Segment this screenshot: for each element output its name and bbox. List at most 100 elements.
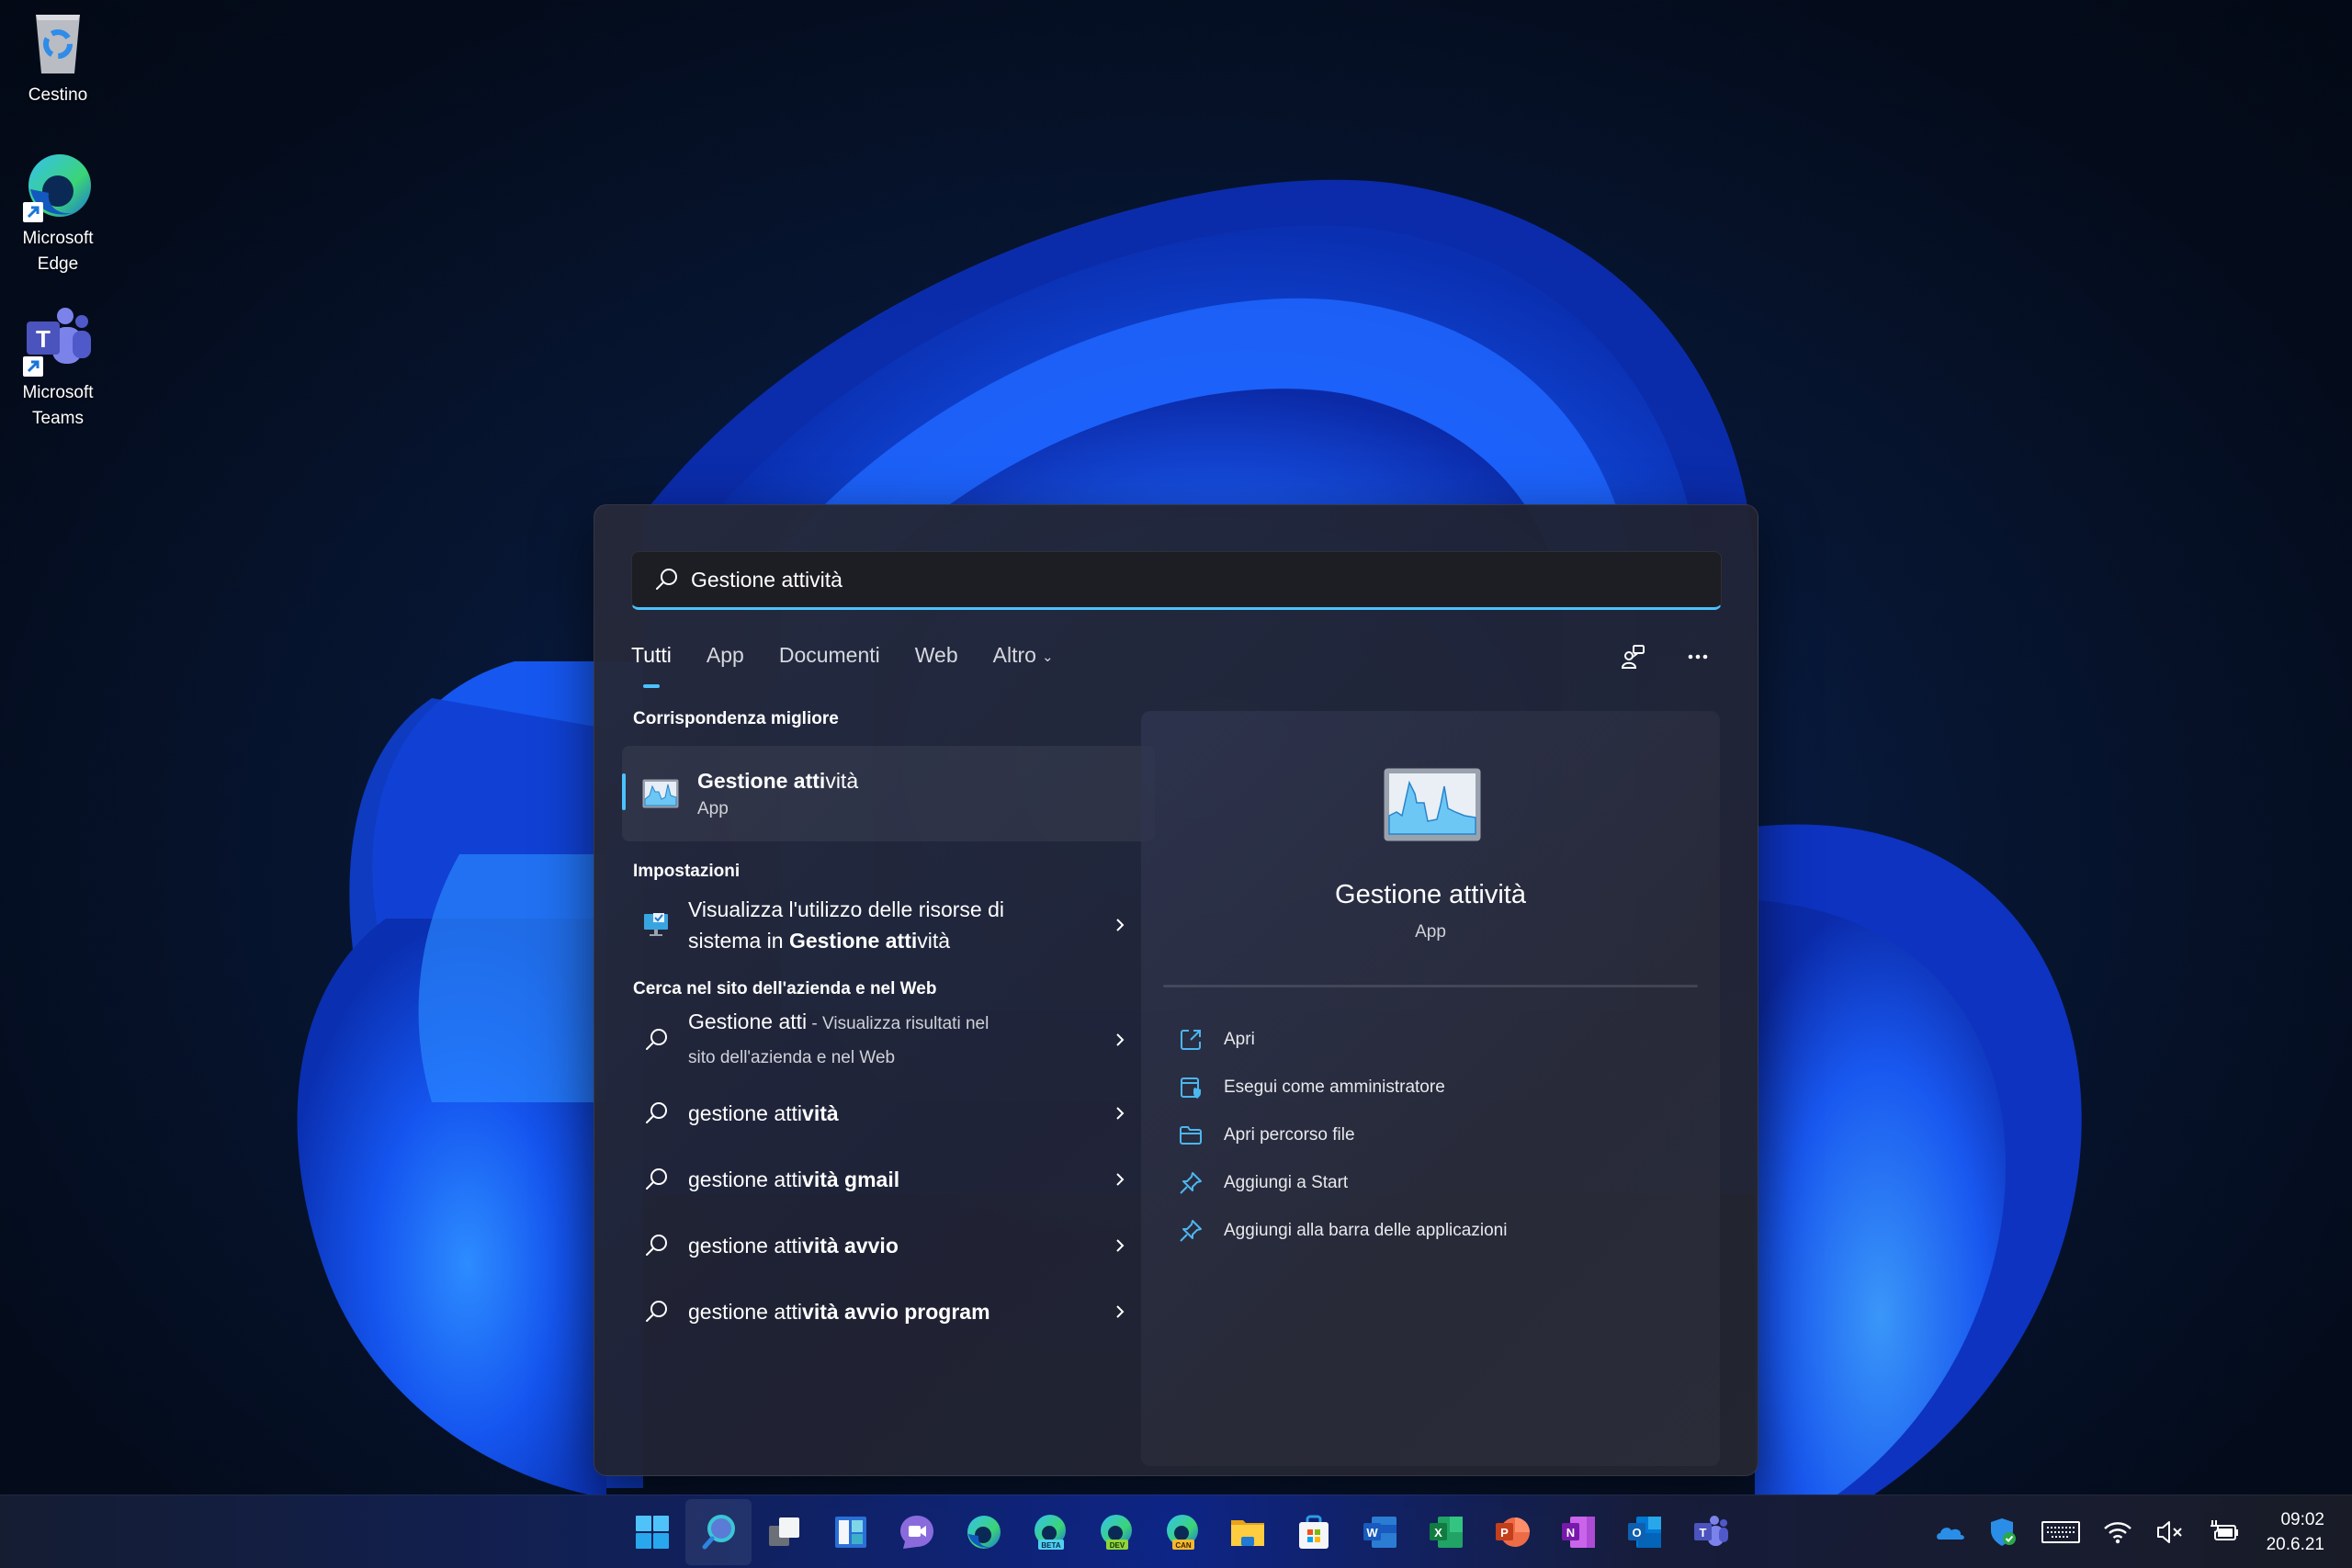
wifi-icon[interactable] — [2101, 1516, 2134, 1549]
open-external-icon — [1181, 1030, 1201, 1050]
tab-documenti[interactable]: Documenti — [779, 643, 880, 673]
search-icon — [646, 1029, 667, 1050]
recycle-bin-icon — [36, 15, 80, 73]
taskbar-edge-canary[interactable]: CAN — [1148, 1499, 1215, 1565]
widgets-icon — [835, 1517, 866, 1548]
taskbar-search[interactable] — [685, 1499, 752, 1565]
desktop-icon-recycle-bin[interactable]: Cestino — [7, 6, 108, 108]
tab-web[interactable]: Web — [915, 643, 958, 673]
taskbar-edge[interactable] — [950, 1499, 1016, 1565]
suggestion-row[interactable]: gestione attività gmail — [622, 1146, 1155, 1213]
svg-text:X: X — [1434, 1526, 1442, 1540]
chevron-down-icon: ⌄ — [1041, 649, 1054, 665]
web-result-text: Gestione atti - Visualizza risultati nel… — [688, 1010, 989, 1067]
chevron-right-icon — [1116, 919, 1125, 931]
svg-text:BETA: BETA — [1041, 1541, 1060, 1550]
taskbar-word[interactable]: W — [1347, 1499, 1413, 1565]
svg-text:DEV: DEV — [1110, 1541, 1125, 1550]
taskbar-task-view[interactable] — [752, 1499, 818, 1565]
svg-text:T: T — [36, 325, 51, 353]
search-results: Corrispondenza migliore Gestione attivit… — [622, 709, 1155, 1345]
taskbar-store[interactable] — [1281, 1499, 1347, 1565]
tab-altro-dropdown[interactable]: Altro ⌄ — [993, 643, 1054, 673]
search-icon — [646, 1235, 667, 1256]
taskbar-onenote[interactable]: N — [1545, 1499, 1611, 1565]
taskbar-widgets[interactable] — [818, 1499, 884, 1565]
settings-result[interactable]: Visualizza l'utilizzo delle risorse di s… — [622, 882, 1155, 968]
section-title-web: Cerca nel sito dell'azienda e nel Web — [633, 979, 937, 998]
teams-icon: T — [1694, 1516, 1728, 1546]
suggestion-text: gestione attività avvio program — [688, 1300, 990, 1324]
svg-text:O: O — [1632, 1526, 1641, 1540]
best-match-subtitle: App — [697, 798, 729, 818]
taskbar-apps: BETA DEV CAN W X P N O T — [619, 1495, 1744, 1568]
suggestion-row[interactable]: gestione attività avvio — [622, 1213, 1155, 1279]
search-input[interactable] — [691, 567, 1610, 592]
tab-tutti[interactable]: Tutti — [631, 643, 672, 673]
action-label: Aggiungi alla barra delle applicazioni — [1224, 1221, 1508, 1240]
header-actions — [1620, 643, 1712, 671]
chevron-right-icon — [1116, 1033, 1125, 1046]
file-explorer-icon — [1231, 1520, 1264, 1546]
pin-icon — [1180, 1172, 1202, 1194]
edge-icon — [967, 1516, 1001, 1549]
svg-text:N: N — [1566, 1526, 1575, 1540]
more-options-icon[interactable] — [1684, 643, 1712, 671]
task-manager-icon — [1384, 768, 1481, 841]
action-pin-to-taskbar[interactable]: Aggiungi alla barra delle applicazioni — [1178, 1207, 1507, 1255]
svg-text:P: P — [1500, 1526, 1509, 1540]
task-manager-icon — [642, 779, 679, 808]
action-open-file-location[interactable]: Apri percorso file — [1178, 1111, 1507, 1159]
search-box[interactable] — [631, 551, 1722, 610]
edge-dev-icon: DEV — [1101, 1515, 1132, 1550]
powerpoint-icon: P — [1496, 1517, 1530, 1547]
battery-charging-icon[interactable] — [2208, 1516, 2241, 1549]
action-label: Esegui come amministratore — [1224, 1077, 1445, 1097]
action-open[interactable]: Apri — [1178, 1016, 1507, 1064]
action-pin-to-start[interactable]: Aggiungi a Start — [1178, 1159, 1507, 1207]
volume-muted-icon[interactable] — [2154, 1516, 2188, 1549]
start-icon — [636, 1516, 669, 1549]
desktop-icon-label: Microsoft Teams — [22, 383, 94, 428]
taskbar-edge-dev[interactable]: DEV — [1082, 1499, 1148, 1565]
chat-icon — [900, 1516, 933, 1549]
desktop-icon-edge[interactable]: Microsoft Edge — [7, 149, 108, 277]
best-match-result[interactable]: Gestione attività App — [622, 746, 1155, 841]
chevron-right-icon — [1116, 1173, 1125, 1186]
taskbar-excel[interactable]: X — [1413, 1499, 1479, 1565]
preview-title: Gestione attività — [1335, 880, 1526, 909]
onedrive-icon[interactable] — [1934, 1516, 1967, 1549]
web-result[interactable]: Gestione atti - Visualizza risultati nel… — [622, 999, 1155, 1080]
run-as-admin-icon — [1181, 1077, 1201, 1099]
tab-label: App — [706, 643, 744, 667]
feedback-icon[interactable] — [1620, 643, 1647, 671]
taskbar-powerpoint[interactable]: P — [1479, 1499, 1545, 1565]
section-title-best-match: Corrispondenza migliore — [633, 709, 839, 728]
taskbar-file-explorer[interactable] — [1215, 1499, 1281, 1565]
action-run-as-admin[interactable]: Esegui come amministratore — [1178, 1064, 1507, 1111]
tab-app[interactable]: App — [707, 643, 744, 673]
tab-label: Documenti — [778, 643, 880, 667]
tab-label: Tutti — [631, 643, 672, 667]
action-label: Aggiungi a Start — [1224, 1173, 1349, 1192]
section-title-settings: Impostazioni — [633, 862, 741, 881]
taskbar-start[interactable] — [619, 1499, 685, 1565]
suggestion-text: gestione attività gmail — [688, 1168, 900, 1191]
clock[interactable]: 09:02 20.6.21 — [2267, 1507, 2324, 1557]
desktop-icon-teams[interactable]: T Microsoft Teams — [7, 303, 108, 432]
taskbar-edge-beta[interactable]: BETA — [1016, 1499, 1082, 1565]
keyboard-icon[interactable] — [2041, 1516, 2081, 1549]
system-tray: 09:02 20.6.21 — [1934, 1495, 2352, 1568]
search-icon — [702, 1515, 735, 1550]
action-label: Apri — [1224, 1030, 1255, 1049]
taskbar-outlook[interactable]: O — [1611, 1499, 1678, 1565]
excel-icon: X — [1430, 1517, 1463, 1548]
suggestion-row[interactable]: gestione attività avvio program — [622, 1279, 1155, 1345]
taskbar-chat[interactable] — [884, 1499, 950, 1565]
taskbar: BETA DEV CAN W X P N O T 09:02 20.6.21 — [0, 1495, 2352, 1568]
divider — [1163, 985, 1698, 987]
taskbar-teams[interactable]: T — [1678, 1499, 1744, 1565]
settings-result-text: Visualizza l'utilizzo delle risorse di s… — [688, 897, 1005, 953]
security-icon[interactable] — [1987, 1516, 2020, 1549]
suggestion-row[interactable]: gestione attività — [622, 1080, 1155, 1146]
